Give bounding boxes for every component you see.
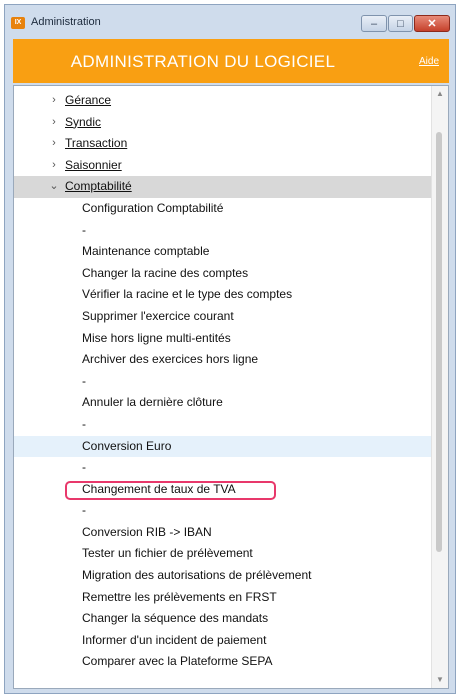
menu-item-label: Mise hors ligne multi-entités (82, 330, 231, 345)
menu-item-label: Supprimer l'exercice courant (82, 308, 234, 323)
menu-item-comparer-plateforme[interactable]: Comparer avec la Plateforme SEPA (14, 651, 432, 673)
window-title: Administration (31, 16, 101, 28)
menu-item-conversion-rib-iban[interactable]: Conversion RIB -> IBAN (14, 522, 432, 544)
menu-item-archiver-exercices[interactable]: Archiver des exercices hors ligne (14, 349, 432, 371)
chevron-down-icon[interactable]: ⌄ (49, 176, 59, 198)
menu-item-label: Maintenance comptable (82, 244, 210, 259)
menu-item-label: Annuler la dernière clôture (82, 395, 223, 410)
menu-item-label: Changement de taux de TVA (82, 481, 236, 496)
menu-item-conversion-euro[interactable]: Conversion Euro (14, 435, 432, 458)
menu-item-configuration-comptabilite[interactable]: Configuration Comptabilité (14, 198, 432, 220)
menu-item-label: Conversion RIB -> IBAN (82, 524, 212, 539)
menu-item-supprimer-exercice[interactable]: Supprimer l'exercice courant (14, 306, 432, 328)
menu-separator: - (14, 220, 432, 242)
menu-item-label: Changer la séquence des mandats (82, 611, 269, 626)
admin-tree: › Gérance › Syndic › Transaction › Saiso… (14, 90, 432, 673)
administration-window: IX Administration – □ ✕ ADMINISTRATION D… (4, 4, 456, 694)
chevron-right-icon[interactable]: › (49, 90, 59, 112)
title-bar[interactable]: IX Administration – □ ✕ (5, 5, 455, 37)
minimize-button[interactable]: – (361, 15, 387, 32)
tree-group-comptabilite[interactable]: ⌄ Comptabilité (14, 176, 432, 198)
separator-label: - (82, 373, 86, 388)
menu-item-maintenance-comptable[interactable]: Maintenance comptable (14, 241, 432, 263)
menu-item-label: Migration des autorisations de prélèveme… (82, 568, 312, 583)
separator-label: - (82, 460, 86, 475)
chevron-right-icon[interactable]: › (49, 155, 59, 177)
menu-item-informer-incident[interactable]: Informer d'un incident de paiement (14, 630, 432, 652)
help-link[interactable]: Aide (419, 39, 439, 83)
menu-item-verifier-racine[interactable]: Vérifier la racine et le type des compte… (14, 284, 432, 306)
menu-item-label: Conversion Euro (82, 438, 172, 453)
menu-item-label: Configuration Comptabilité (82, 200, 224, 215)
close-button[interactable]: ✕ (414, 15, 450, 32)
tree-group-syndic[interactable]: › Syndic (14, 112, 432, 134)
tree-group-gerance[interactable]: › Gérance (14, 90, 432, 112)
chevron-right-icon[interactable]: › (49, 133, 59, 155)
admin-tree-panel: › Gérance › Syndic › Transaction › Saiso… (13, 85, 449, 689)
menu-item-tester-fichier[interactable]: Tester un fichier de prélèvement (14, 543, 432, 565)
menu-item-label: Comparer avec la Plateforme SEPA (82, 654, 273, 669)
separator-label: - (82, 503, 86, 518)
tree-group-label[interactable]: Syndic (65, 112, 101, 134)
tree-group-label[interactable]: Transaction (65, 133, 127, 155)
page-header: ADMINISTRATION DU LOGICIEL Aide (13, 39, 449, 83)
tree-group-label[interactable]: Comptabilité (65, 176, 132, 198)
menu-item-mise-hors-ligne[interactable]: Mise hors ligne multi-entités (14, 328, 432, 350)
menu-separator: - (14, 414, 432, 436)
menu-item-annuler-cloture[interactable]: Annuler la dernière clôture (14, 392, 432, 414)
menu-item-label: Remettre les prélèvements en FRST (82, 589, 277, 604)
menu-item-label: Informer d'un incident de paiement (82, 632, 267, 647)
menu-item-label: Changer la racine des comptes (82, 265, 249, 280)
page-title: ADMINISTRATION DU LOGICIEL (70, 52, 336, 71)
maximize-button[interactable]: □ (388, 15, 413, 32)
menu-separator: - (14, 371, 432, 393)
menu-item-changer-sequence[interactable]: Changer la séquence des mandats (14, 608, 432, 630)
menu-item-remettre-prelevements[interactable]: Remettre les prélèvements en FRST (14, 587, 432, 609)
menu-item-changer-racine[interactable]: Changer la racine des comptes (14, 263, 432, 285)
menu-separator: - (14, 457, 432, 479)
menu-item-label: Archiver des exercices hors ligne (82, 352, 259, 367)
scroll-down-arrow-icon[interactable]: ▼ (432, 672, 448, 688)
scroll-thumb[interactable] (436, 132, 442, 552)
separator-label: - (82, 222, 86, 237)
vertical-scrollbar[interactable]: ▲ ▼ (431, 86, 448, 688)
tree-group-transaction[interactable]: › Transaction (14, 133, 432, 155)
menu-separator: - (14, 500, 432, 522)
menu-item-label: Tester un fichier de prélèvement (82, 546, 253, 561)
menu-item-label: Vérifier la racine et le type des compte… (82, 287, 293, 302)
menu-item-changement-taux-tva[interactable]: Changement de taux de TVA (14, 479, 432, 501)
tree-group-saisonnier[interactable]: › Saisonnier (14, 155, 432, 177)
chevron-right-icon[interactable]: › (49, 112, 59, 134)
separator-label: - (82, 416, 86, 431)
menu-item-migration-autorisations[interactable]: Migration des autorisations de prélèveme… (14, 565, 432, 587)
tree-group-label[interactable]: Gérance (65, 90, 111, 112)
app-logo-icon: IX (11, 17, 25, 29)
tree-group-label[interactable]: Saisonnier (65, 155, 122, 177)
scroll-up-arrow-icon[interactable]: ▲ (432, 86, 448, 102)
